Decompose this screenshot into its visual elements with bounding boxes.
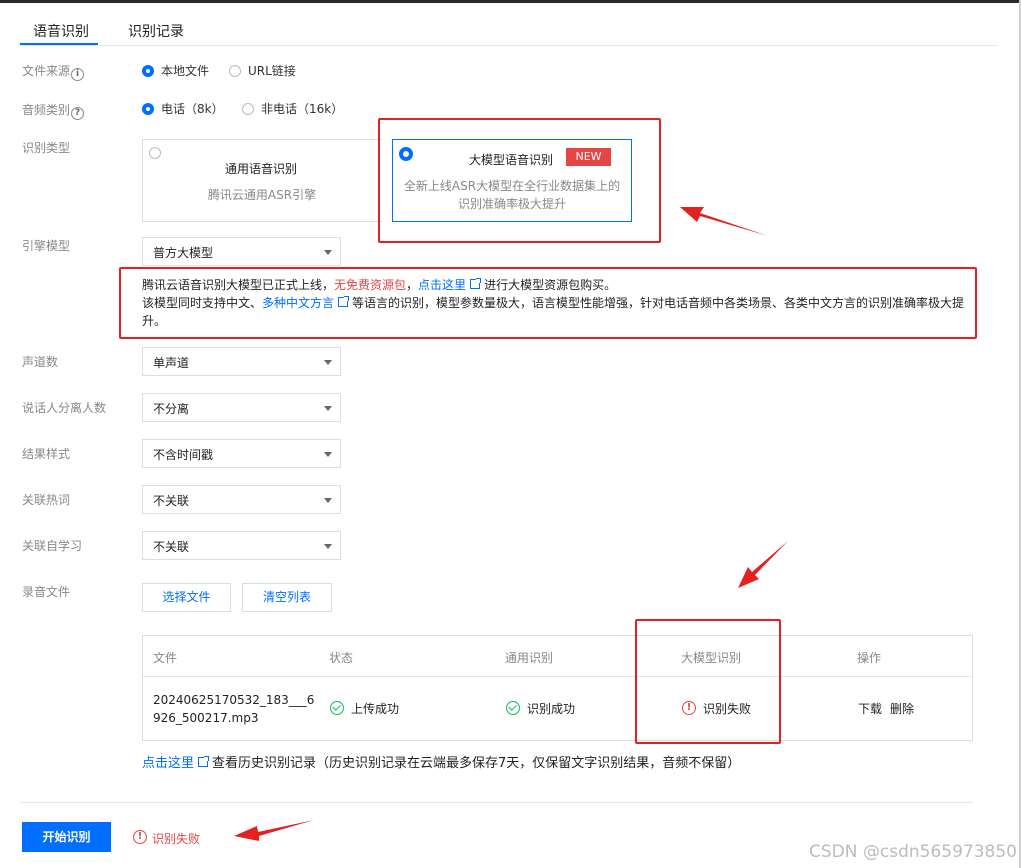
arrow-to-column [738,541,788,588]
watermark-text: CSDN @csdn565973850 [809,842,1017,862]
arrow-to-card [680,207,768,236]
asr-console-page: 语音识别 识别记录 文件来源 i 本地文件 URL链接 音频类别? 电话（8k） … [0,0,1021,868]
annotation-arrows [234,207,788,841]
arrow-to-status [234,820,314,841]
